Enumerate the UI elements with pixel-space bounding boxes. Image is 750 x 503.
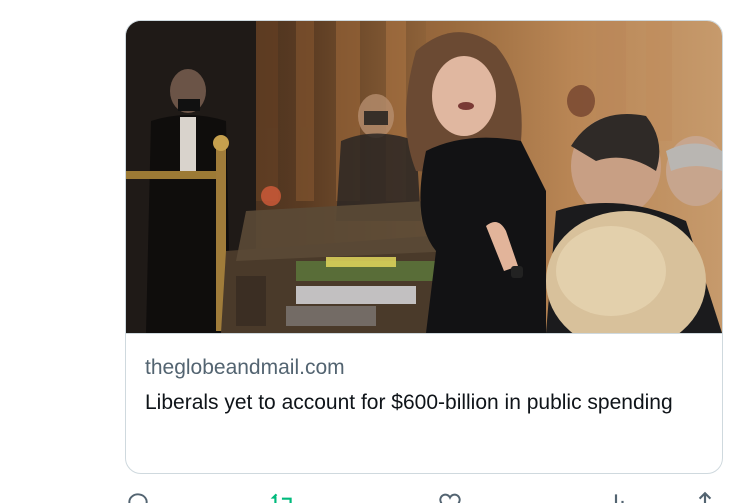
link-preview-card[interactable]: theglobeandmail.com Liberals yet to acco… — [125, 20, 723, 474]
share-button[interactable] — [692, 490, 718, 503]
reply-icon — [125, 490, 151, 503]
retweet-icon — [270, 490, 296, 503]
tweet-action-bar — [125, 490, 725, 503]
news-photo — [126, 21, 722, 333]
retweet-button[interactable] — [270, 490, 306, 503]
like-button[interactable] — [437, 490, 473, 503]
share-icon — [692, 490, 718, 503]
card-domain: theglobeandmail.com — [145, 356, 345, 379]
views-icon — [603, 490, 629, 503]
card-headline: Liberals yet to account for $600-billion… — [145, 391, 673, 414]
heart-icon — [437, 490, 463, 503]
card-meta[interactable]: theglobeandmail.com Liberals yet to acco… — [126, 333, 722, 473]
reply-button[interactable] — [125, 490, 161, 503]
tweet-container: theglobeandmail.com Liberals yet to acco… — [0, 0, 750, 503]
views-button[interactable] — [603, 490, 629, 503]
card-image[interactable] — [126, 21, 722, 333]
